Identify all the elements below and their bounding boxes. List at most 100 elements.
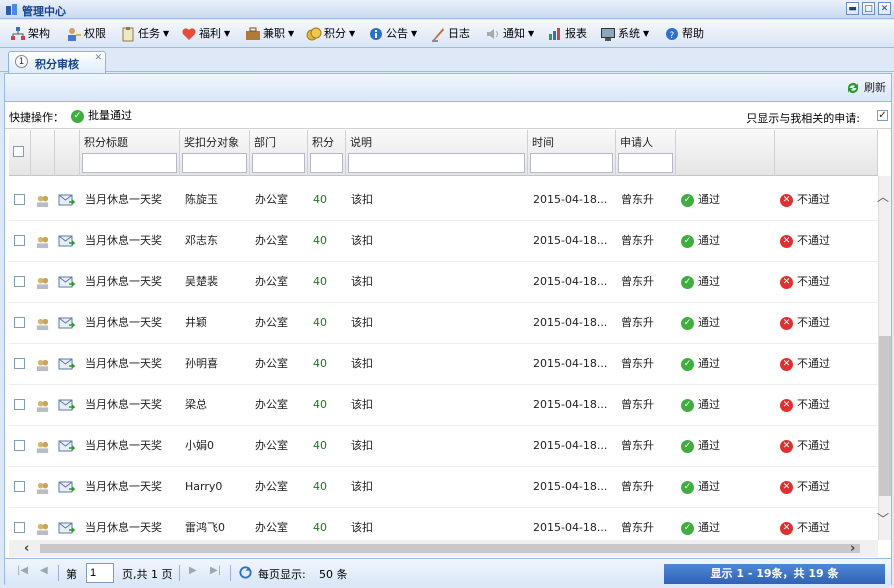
table-row: 当月休息一天奖 梁总 办公室 40 该扣 2015-04-18... 曾东升 ✓ 通过 ✕ 不通过 — [9, 384, 878, 426]
page-prefix: 第 — [66, 568, 77, 581]
menu-item-label: 系统 — [618, 27, 640, 40]
menu-item-6[interactable]: 积分 ▼ — [306, 26, 355, 42]
column-filter-target[interactable] — [182, 153, 247, 173]
mail-forward-icon[interactable] — [58, 466, 75, 507]
column-header-dept: 部门 — [250, 130, 308, 176]
maximize-button[interactable]: □ — [862, 2, 875, 15]
menu-item-9[interactable]: 通知 ▼ — [485, 26, 534, 42]
scroll-right-arrow-icon[interactable]: › — [850, 541, 855, 556]
column-filter-points[interactable] — [310, 153, 343, 173]
column-header-label: 说明 — [350, 136, 372, 149]
tab-close-icon[interactable]: ✕ — [94, 53, 102, 63]
horizontal-scroll-thumb[interactable] — [40, 544, 860, 553]
first-page-icon[interactable]: |◀ — [17, 565, 28, 576]
row-checkbox[interactable] — [14, 399, 25, 410]
menu-item-10[interactable]: 报表 — [547, 26, 587, 42]
cell-applicant: 曾东升 — [621, 357, 654, 370]
user-group-icon[interactable] — [35, 425, 50, 466]
scroll-left-arrow-icon[interactable]: ‹ — [24, 541, 29, 556]
user-group-icon[interactable] — [35, 179, 50, 220]
close-button[interactable]: ✕ — [878, 2, 891, 15]
approve-button[interactable]: ✓ 通过 — [681, 343, 720, 384]
menu-item-8[interactable]: 日志 — [430, 26, 470, 42]
next-page-icon[interactable]: ▶ — [189, 565, 197, 576]
approve-button[interactable]: ✓ 通过 — [681, 261, 720, 302]
mail-forward-icon[interactable] — [58, 425, 75, 466]
menu-item-7[interactable]: 公告 ▼ — [368, 26, 417, 42]
per-page-value[interactable]: 50 条 — [319, 566, 348, 582]
user-group-icon[interactable] — [35, 384, 50, 425]
minimize-button[interactable]: ▬ — [846, 2, 859, 15]
approve-button[interactable]: ✓ 通过 — [681, 466, 720, 507]
row-checkbox[interactable] — [14, 235, 25, 246]
batch-approve-button[interactable]: ✓ 批量通过 — [71, 108, 132, 124]
row-checkbox[interactable] — [14, 522, 25, 533]
reject-button[interactable]: ✕ 不通过 — [780, 425, 830, 466]
menu-item-5[interactable]: 兼职 ▼ — [245, 26, 294, 42]
cell-applicant: 曾东升 — [621, 193, 654, 206]
reject-button[interactable]: ✕ 不通过 — [780, 179, 830, 220]
column-filter-applicant[interactable] — [618, 153, 673, 173]
row-checkbox[interactable] — [14, 358, 25, 369]
last-page-icon[interactable]: ▶| — [210, 565, 221, 576]
column-filter-title[interactable] — [82, 153, 177, 173]
row-checkbox[interactable] — [14, 317, 25, 328]
app-logo-icon — [6, 4, 17, 15]
user-group-icon[interactable] — [35, 343, 50, 384]
filter-mine-checkbox[interactable]: ✓ — [877, 110, 888, 121]
approve-button[interactable]: ✓ 通过 — [681, 425, 720, 466]
reject-button[interactable]: ✕ 不通过 — [780, 302, 830, 343]
menu-item-4[interactable]: 福利 ▼ — [181, 26, 230, 42]
user-group-icon[interactable] — [35, 302, 50, 343]
reject-button[interactable]: ✕ 不通过 — [780, 384, 830, 425]
prev-page-icon[interactable]: ◀ — [40, 565, 48, 576]
reject-button[interactable]: ✕ 不通过 — [780, 261, 830, 302]
menu-item-1[interactable]: 架构 — [10, 26, 50, 42]
row-checkbox[interactable] — [14, 276, 25, 287]
refresh-button[interactable]: 刷新 — [845, 80, 886, 96]
menu-item-3[interactable]: 任务 ▼ — [120, 26, 169, 42]
user-group-icon[interactable] — [35, 261, 50, 302]
column-filter-time[interactable] — [530, 153, 613, 173]
mail-forward-icon[interactable] — [58, 384, 75, 425]
column-filter-note[interactable] — [348, 153, 525, 173]
pager-refresh-icon[interactable] — [238, 565, 253, 583]
user-group-icon[interactable] — [35, 220, 50, 261]
row-checkbox[interactable] — [14, 481, 25, 492]
approve-button[interactable]: ✓ 通过 — [681, 302, 720, 343]
page-number-input[interactable] — [86, 563, 114, 583]
menu-item-11[interactable]: 系统 ▼ — [600, 26, 649, 42]
tab-points-review[interactable]: 1 积分审核 ✕ — [8, 51, 106, 73]
reject-button[interactable]: ✕ 不通过 — [780, 343, 830, 384]
column-filter-dept[interactable] — [252, 153, 305, 173]
scroll-up-arrow-icon[interactable]: ︿ — [877, 188, 889, 205]
mail-forward-icon[interactable] — [58, 343, 75, 384]
column-header-label: 积分 — [312, 136, 334, 149]
reject-button[interactable]: ✕ 不通过 — [780, 220, 830, 261]
quick-actions-label: 快捷操作： — [9, 111, 64, 124]
cell-target: 梁总 — [185, 398, 207, 411]
approve-button[interactable]: ✓ 通过 — [681, 384, 720, 425]
cell-target: 吴楚裴 — [185, 275, 218, 288]
user-group-icon[interactable] — [35, 466, 50, 507]
reject-button[interactable]: ✕ 不通过 — [780, 466, 830, 507]
vertical-scroll-thumb[interactable] — [879, 336, 891, 496]
mail-forward-icon[interactable] — [58, 261, 75, 302]
cell-points: 40 — [313, 234, 327, 247]
select-all-checkbox[interactable] — [13, 146, 24, 157]
cell-note: 该扣 — [351, 357, 373, 370]
approve-label: 通过 — [698, 439, 720, 452]
cell-time: 2015-04-18... — [533, 193, 608, 206]
approve-button[interactable]: ✓ 通过 — [681, 220, 720, 261]
approve-button[interactable]: ✓ 通过 — [681, 179, 720, 220]
scroll-down-arrow-icon[interactable]: ﹀ — [877, 510, 889, 527]
briefcase-icon — [245, 26, 261, 42]
row-checkbox[interactable] — [14, 440, 25, 451]
menu-item-12[interactable]: ? 帮助 — [664, 26, 704, 42]
column-header-label: 申请人 — [620, 136, 653, 149]
mail-forward-icon[interactable] — [58, 302, 75, 343]
menu-item-2[interactable]: 权限 — [66, 26, 106, 42]
row-checkbox[interactable] — [14, 194, 25, 205]
mail-forward-icon[interactable] — [58, 220, 75, 261]
mail-forward-icon[interactable] — [58, 179, 75, 220]
